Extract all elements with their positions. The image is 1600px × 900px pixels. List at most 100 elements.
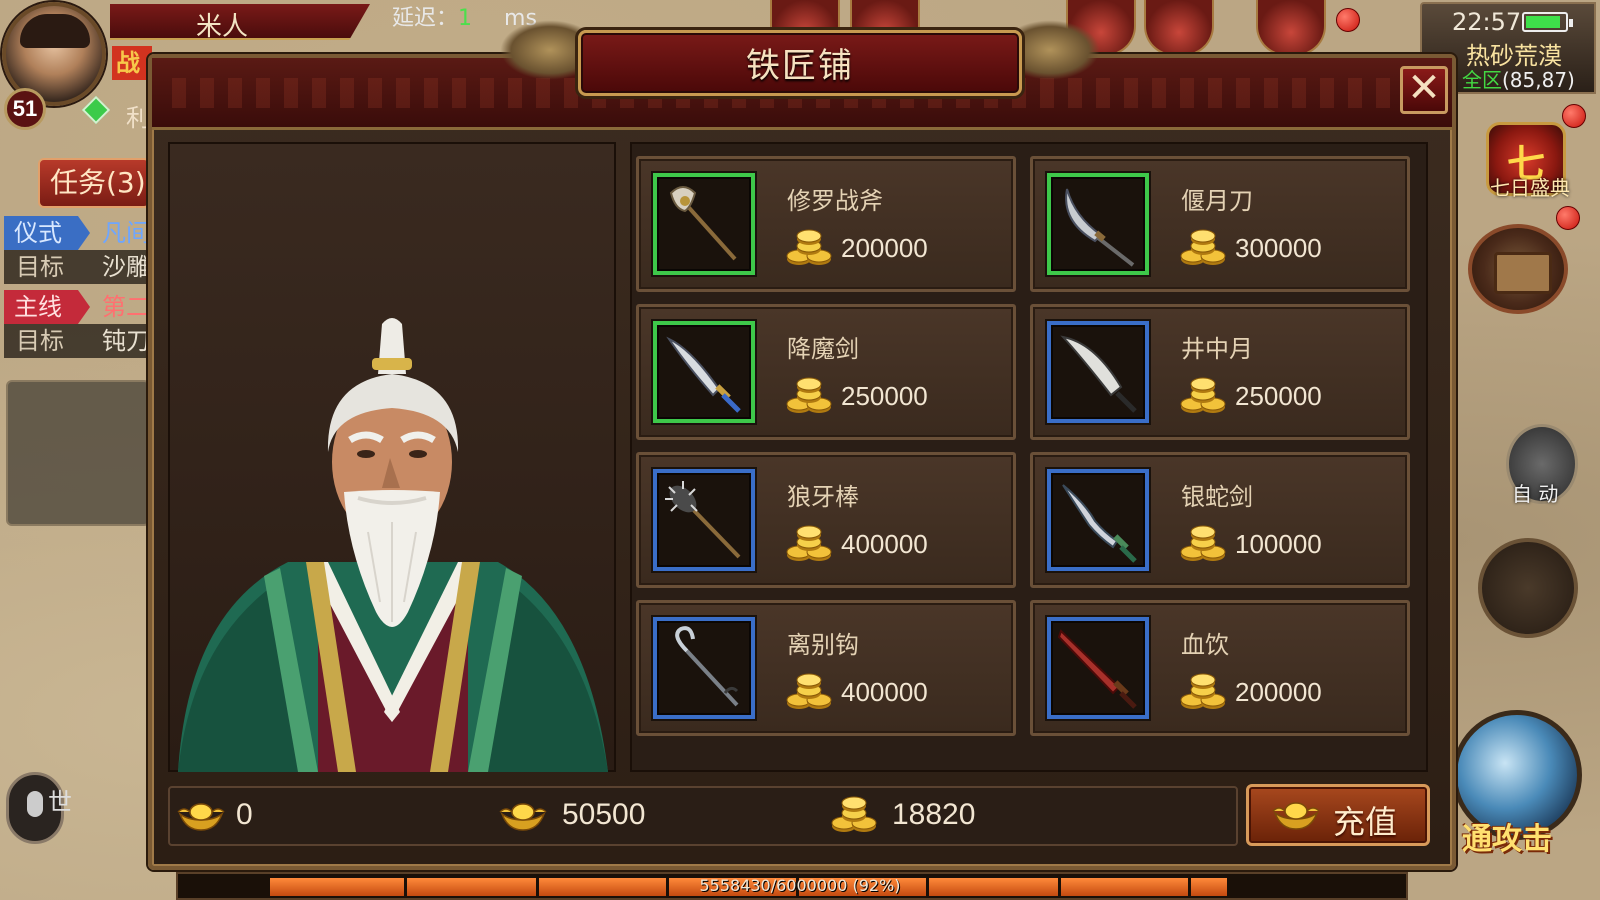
player-level-badge: 51 [4, 88, 46, 130]
normal-attack-label: 通攻击 [1462, 822, 1552, 857]
quest-target-row[interactable]: 目标 钝刀 [4, 324, 150, 358]
item-price: 200000 [841, 233, 928, 263]
skill-slot[interactable] [1478, 538, 1578, 638]
item-name: 血饮 [1181, 631, 1229, 659]
quest-target-label: 目标 [16, 253, 64, 281]
gold-coins-icon [785, 377, 835, 417]
player-sub-label: 利 [126, 104, 150, 132]
zone-coords: 全区(85,87) [1462, 64, 1575, 93]
battle-axe-icon [669, 186, 737, 261]
item-name: 井中月 [1181, 335, 1253, 363]
shop-item-card[interactable]: 井中月 250000 [1030, 304, 1410, 440]
latency-label: 延迟： [392, 6, 459, 31]
item-slot [1047, 617, 1149, 719]
item-price: 200000 [1235, 677, 1322, 707]
shop-item-card[interactable]: 银蛇剑 100000 [1030, 452, 1410, 588]
gold-ingot-icon [1271, 795, 1321, 835]
quest-target-label: 目标 [16, 327, 64, 355]
crest-icon[interactable] [1144, 0, 1214, 56]
status-diamond-icon [81, 95, 111, 125]
item-price: 100000 [1235, 529, 1322, 559]
shop-item-card[interactable]: 离别钩 400000 [636, 600, 1016, 736]
coords-value: (85,87) [1502, 68, 1575, 92]
player-name: 米人 [196, 12, 249, 42]
task-button[interactable]: 任务(3) [38, 158, 150, 208]
item-name: 降魔剑 [787, 335, 859, 363]
dialog-title: 铁匠铺 [746, 46, 854, 86]
quest-row-ritual[interactable]: 仪式 凡间 [4, 216, 150, 250]
side-info-panel [6, 380, 150, 526]
item-name: 修罗战斧 [787, 187, 883, 215]
item-price: 400000 [841, 677, 928, 707]
item-slot [1047, 321, 1149, 423]
battery-icon [1522, 12, 1573, 32]
item-slot [653, 617, 755, 719]
quest-tag: 仪式 [4, 216, 90, 250]
gold-coins-icon [1179, 377, 1229, 417]
gold-balance: 18820 [892, 798, 976, 831]
exp-text: 5558430/6000000 (92%) [699, 876, 901, 895]
gold-ingot-icon [176, 796, 226, 836]
quest-title: 凡间 [102, 219, 150, 247]
shop-item-card[interactable]: 狼牙棒 400000 [636, 452, 1016, 588]
item-price: 250000 [1235, 381, 1322, 411]
curved-sword-icon [666, 336, 741, 413]
quest-row-main[interactable]: 主线 第二 [4, 290, 150, 324]
blood-sword-icon [1057, 629, 1137, 709]
shop-item-card[interactable]: 偃月刀 300000 [1030, 156, 1410, 292]
quest-target-row[interactable]: 目标 沙雕 [4, 250, 150, 284]
treasure-chest-icon[interactable] [1468, 224, 1568, 314]
close-button[interactable]: ✕ [1400, 66, 1448, 114]
quest-tag: 主线 [4, 290, 90, 324]
notification-dot [1562, 104, 1586, 128]
notification-dot [1556, 206, 1580, 230]
gold-coins-icon [1179, 673, 1229, 713]
currency-bar [168, 786, 1238, 846]
quest-title: 第二 [102, 293, 150, 321]
item-name: 偃月刀 [1181, 187, 1253, 215]
item-price: 250000 [841, 381, 928, 411]
world-chat-label[interactable]: 世 [48, 782, 72, 817]
item-price: 400000 [841, 529, 928, 559]
shop-item-card[interactable]: 降魔剑 250000 [636, 304, 1016, 440]
seven-day-event-label: 七日盛典 [1490, 176, 1570, 200]
recharge-label: 充值 [1333, 803, 1398, 841]
spiked-mace-icon [665, 481, 741, 559]
shop-item-card[interactable]: 血饮 200000 [1030, 600, 1410, 736]
quest-target-value: 钝刀 [102, 327, 150, 355]
notification-dot [1336, 8, 1360, 32]
latency-value: 1 [458, 6, 473, 31]
item-slot [1047, 469, 1149, 571]
blacksmith-npc-portrait [178, 318, 608, 772]
hook-blade-icon [675, 626, 739, 707]
gift-icon[interactable] [1256, 0, 1326, 56]
bound-ingot-balance: 50500 [562, 798, 646, 831]
gold-coins-icon [785, 673, 835, 713]
item-name: 离别钩 [787, 631, 859, 659]
recharge-button[interactable]: 充值 [1246, 784, 1430, 846]
ingot-balance: 0 [236, 798, 253, 831]
combat-power-tag: 战 [112, 46, 152, 80]
item-price: 300000 [1235, 233, 1322, 263]
gold-coins-icon [785, 525, 835, 565]
serpent-sword-icon [1062, 484, 1137, 563]
item-name: 银蛇剑 [1181, 483, 1253, 511]
item-slot [653, 321, 755, 423]
shop-item-card[interactable]: 修罗战斧 200000 [636, 156, 1016, 292]
quest-target-value: 沙雕 [102, 253, 150, 281]
item-slot [1047, 173, 1149, 275]
item-slot [653, 173, 755, 275]
item-slot [653, 469, 755, 571]
zone-scope: 全区 [1462, 68, 1502, 92]
gold-coins-icon [785, 229, 835, 269]
gold-coins-icon [830, 796, 880, 836]
clock: 22:57 [1452, 8, 1522, 36]
auto-battle-label: 自 动 [1512, 482, 1559, 506]
broadsword-icon [1060, 335, 1137, 413]
bound-ingot-icon [498, 796, 548, 836]
item-name: 狼牙棒 [787, 483, 859, 511]
gold-coins-icon [1179, 525, 1229, 565]
avatar-hair [20, 14, 90, 48]
crescent-blade-icon [1065, 188, 1135, 267]
gold-coins-icon [1179, 229, 1229, 269]
